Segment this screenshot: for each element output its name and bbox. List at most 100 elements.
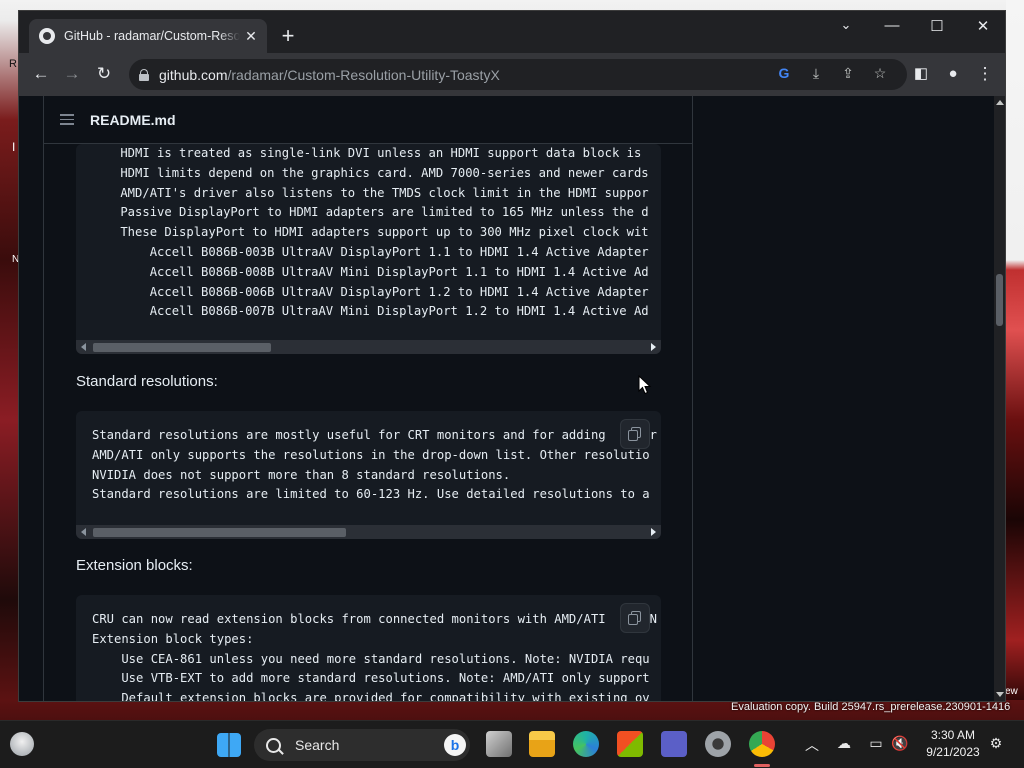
code-block-hdmi[interactable]: HDMI is treated as single-link DVI unles… bbox=[76, 144, 661, 354]
code-line: AMD/ATI's driver also listens to the TMD… bbox=[91, 185, 649, 200]
browser-window: GitHub - radamar/Custom-Resolution-Utili… bbox=[18, 10, 1006, 702]
desktop-icon-label[interactable]: ew bbox=[1005, 686, 1018, 697]
desktop-wallpaper-right bbox=[1006, 0, 1024, 700]
code-block-extension[interactable]: CRU can now read extension blocks from c… bbox=[76, 595, 661, 701]
heading-extension-blocks: Extension blocks: bbox=[76, 557, 193, 574]
minimize-button[interactable]: — bbox=[877, 17, 907, 34]
chevron-up-icon[interactable]: ︿ bbox=[802, 735, 822, 755]
system-clock[interactable]: 3:30 AM 9/21/2023 bbox=[918, 727, 988, 761]
menu-kebab-icon[interactable]: ⋮ bbox=[973, 64, 997, 84]
file-explorer-icon[interactable] bbox=[529, 731, 555, 757]
copy-icon[interactable] bbox=[620, 419, 650, 449]
code-line: Extension block types: bbox=[92, 631, 254, 646]
scrollbar-thumb[interactable] bbox=[93, 528, 346, 537]
profile-icon[interactable]: ● bbox=[941, 64, 965, 84]
store-icon[interactable] bbox=[617, 731, 643, 757]
scroll-right-arrow[interactable] bbox=[651, 343, 656, 351]
code-line: Use CEA-861 unless you need more standar… bbox=[92, 651, 650, 666]
onedrive-icon[interactable]: ☁ bbox=[834, 735, 854, 752]
edge-icon[interactable] bbox=[573, 731, 599, 757]
new-tab-button[interactable]: + bbox=[277, 25, 299, 47]
url-host: github.com bbox=[159, 66, 228, 83]
start-button[interactable] bbox=[217, 733, 241, 757]
code-line: HDMI limits depend on the graphics card.… bbox=[91, 165, 649, 180]
code-text: Standard resolutions are mostly useful f… bbox=[92, 426, 657, 505]
address-bar[interactable]: github.com /radamar/Custom-Resolution-Ut… bbox=[129, 59, 907, 90]
clock-time: 3:30 AM bbox=[930, 728, 976, 742]
tab-title: GitHub - radamar/Custom-Resolution-Utili… bbox=[64, 29, 240, 43]
scrollbar-thumb[interactable] bbox=[996, 274, 1003, 326]
google-lens-icon[interactable]: G bbox=[774, 65, 794, 81]
side-panel-icon[interactable]: ◧ bbox=[909, 64, 933, 84]
lock-icon[interactable] bbox=[139, 68, 149, 81]
taskbar-search[interactable]: Search b bbox=[254, 729, 470, 761]
browser-toolbar: ← → ↻ github.com /radamar/Custom-Resolut… bbox=[19, 53, 1005, 96]
readme-title: README.md bbox=[90, 111, 176, 128]
evaluation-watermark: Evaluation copy. Build 25947.rs_prerelea… bbox=[731, 701, 1011, 713]
weather-icon[interactable] bbox=[10, 732, 34, 756]
copy-icon[interactable] bbox=[620, 603, 650, 633]
notification-icon[interactable]: ⚙ bbox=[986, 735, 1006, 752]
task-view-icon[interactable] bbox=[486, 731, 512, 757]
scroll-left-arrow[interactable] bbox=[81, 528, 86, 536]
taskbar: Search b ︿ ☁ ▭ 🔇 3:30 AM 9/21/2023 ⚙ bbox=[0, 720, 1024, 768]
code-line: CRU can now read extension blocks from c… bbox=[92, 612, 657, 626]
desktop-icon-label[interactable]: I bbox=[12, 140, 15, 154]
desktop-icon-label[interactable]: R bbox=[9, 58, 17, 70]
code-line: Accell B086B-007B UltraAV Mini DisplayPo… bbox=[91, 304, 649, 319]
heading-standard-resolutions: Standard resolutions: bbox=[76, 373, 218, 390]
code-text: HDMI is treated as single-link DVI unles… bbox=[91, 144, 649, 322]
code-line: Standard resolutions are mostly useful f… bbox=[92, 428, 657, 442]
settings-gear-icon[interactable] bbox=[705, 731, 731, 757]
bing-icon[interactable]: b bbox=[444, 734, 466, 756]
share-icon[interactable]: ⇪ bbox=[838, 65, 858, 82]
tab-github[interactable]: GitHub - radamar/Custom-Resolution-Utili… bbox=[29, 19, 267, 53]
readme-header: README.md bbox=[44, 96, 692, 144]
close-window-button[interactable]: ✕ bbox=[968, 17, 998, 35]
mouse-cursor-icon bbox=[638, 375, 652, 395]
code-line: Use VTB-EXT to add more standard resolut… bbox=[92, 671, 650, 686]
active-app-indicator bbox=[754, 764, 770, 767]
chrome-icon[interactable] bbox=[749, 731, 775, 757]
horizontal-scrollbar[interactable] bbox=[76, 525, 661, 539]
reload-button[interactable]: ↻ bbox=[92, 64, 116, 84]
page-vertical-scrollbar[interactable] bbox=[994, 96, 1005, 701]
maximize-button[interactable]: ☐ bbox=[922, 17, 952, 35]
code-line: Standard resolutions are limited to 60-1… bbox=[92, 487, 650, 502]
code-line: Accell B086B-008B UltraAV Mini DisplayPo… bbox=[91, 264, 649, 279]
scroll-left-arrow[interactable] bbox=[81, 343, 86, 351]
forward-button[interactable]: → bbox=[60, 64, 84, 84]
code-line: These DisplayPort to HDMI adapters suppo… bbox=[91, 225, 649, 240]
code-line: Passive DisplayPort to HDMI adapters are… bbox=[91, 205, 649, 220]
scroll-right-arrow[interactable] bbox=[651, 528, 656, 536]
network-icon[interactable]: ▭ bbox=[866, 735, 886, 752]
bookmark-star-icon[interactable]: ☆ bbox=[870, 65, 890, 82]
scroll-up-arrow[interactable] bbox=[996, 100, 1004, 105]
clock-date: 9/21/2023 bbox=[926, 745, 980, 759]
github-icon bbox=[39, 28, 55, 44]
code-line: AMD/ATI only supports the resolutions in… bbox=[92, 447, 650, 462]
code-block-standard[interactable]: Standard resolutions are mostly useful f… bbox=[76, 411, 661, 539]
scroll-down-arrow[interactable] bbox=[996, 692, 1004, 697]
horizontal-scrollbar[interactable] bbox=[76, 340, 661, 354]
tab-strip: GitHub - radamar/Custom-Resolution-Utili… bbox=[19, 11, 1005, 53]
close-icon[interactable]: ✕ bbox=[243, 28, 259, 45]
url-path: /radamar/Custom-Resolution-Utility-Toast… bbox=[227, 66, 500, 83]
code-line: HDMI is treated as single-link DVI unles… bbox=[91, 146, 642, 160]
search-label: Search bbox=[295, 737, 340, 753]
search-icon bbox=[266, 737, 281, 753]
teams-icon[interactable] bbox=[661, 731, 687, 757]
back-button[interactable]: ← bbox=[29, 64, 53, 84]
code-text: CRU can now read extension blocks from c… bbox=[92, 610, 657, 701]
scrollbar-thumb[interactable] bbox=[93, 343, 271, 352]
outline-list-icon[interactable] bbox=[60, 114, 74, 125]
readme-panel: README.md HDMI is treated as single-link… bbox=[43, 96, 693, 701]
code-line: NVIDIA does not support more than 8 stan… bbox=[92, 467, 511, 482]
install-app-icon[interactable]: ⤓ bbox=[806, 65, 826, 82]
code-line: Accell B086B-003B UltraAV DisplayPort 1.… bbox=[91, 244, 649, 259]
code-line: Accell B086B-006B UltraAV DisplayPort 1.… bbox=[91, 284, 649, 299]
code-line: Default extension blocks are provided fo… bbox=[92, 691, 650, 701]
github-page: README.md HDMI is treated as single-link… bbox=[19, 96, 994, 701]
volume-muted-icon[interactable]: 🔇 bbox=[890, 735, 910, 752]
tab-search-icon[interactable]: ⌄ bbox=[831, 17, 861, 33]
